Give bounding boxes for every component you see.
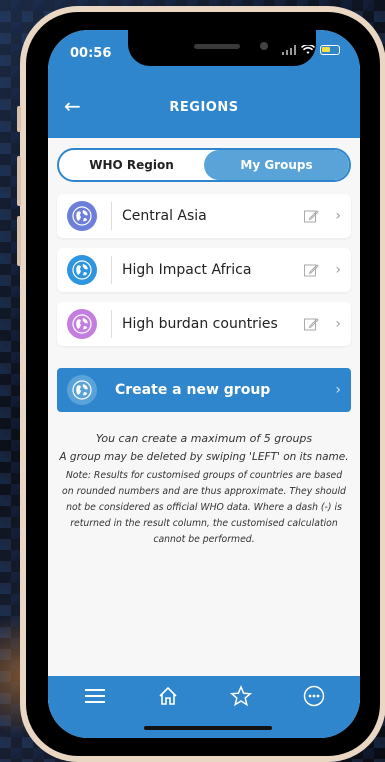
front-camera [260, 42, 268, 50]
globe-icon [67, 309, 97, 339]
divider [111, 310, 112, 338]
tab-my-groups[interactable]: My Groups [204, 150, 349, 180]
tab-who-region[interactable]: WHO Region [59, 150, 204, 180]
edit-icon[interactable] [303, 262, 320, 278]
app-screen: 00:56 ← REGIONS WHO Region My Groups Cen… [48, 30, 360, 738]
divider [111, 256, 112, 284]
chevron-right-icon: › [335, 208, 341, 224]
info-text: You can create a maximum of 5 groups A g… [57, 430, 351, 548]
chevron-right-icon: › [335, 262, 341, 278]
battery-icon [320, 45, 340, 55]
group-item-high-impact-africa[interactable]: High Impact Africa › [57, 248, 351, 292]
edit-icon[interactable] [303, 208, 320, 224]
max-groups-text: You can create a maximum of 5 groups [95, 432, 313, 445]
group-name: High burdan countries [122, 316, 278, 332]
signal-icon [282, 45, 296, 55]
phone-bezel: 00:56 ← REGIONS WHO Region My Groups Cen… [26, 12, 380, 756]
main-content: WHO Region My Groups Central Asia › High… [48, 138, 360, 712]
globe-icon [67, 375, 97, 405]
group-item-central-asia[interactable]: Central Asia › [57, 194, 351, 238]
create-group-button[interactable]: Create a new group › [57, 368, 351, 412]
bottom-nav [48, 676, 360, 738]
menu-icon[interactable] [83, 684, 107, 708]
page-title: REGIONS [169, 100, 239, 115]
status-time: 00:56 [70, 46, 112, 61]
create-group-label: Create a new group [115, 382, 271, 398]
group-item-high-burdan-countries[interactable]: High burdan countries › [57, 302, 351, 346]
volume-down-button [17, 216, 21, 266]
speaker [194, 44, 240, 49]
mute-switch [17, 106, 21, 132]
divider [111, 202, 112, 230]
chevron-right-icon: › [335, 316, 341, 332]
more-icon[interactable] [302, 684, 326, 708]
edit-icon[interactable] [303, 316, 320, 332]
globe-icon [67, 255, 97, 285]
group-name: High Impact Africa [122, 262, 252, 278]
home-indicator[interactable] [144, 726, 272, 730]
status-icons [282, 45, 340, 55]
globe-icon [67, 201, 97, 231]
star-icon[interactable] [229, 684, 253, 708]
home-icon[interactable] [156, 684, 180, 708]
group-name: Central Asia [122, 208, 207, 224]
volume-up-button [17, 156, 21, 206]
region-tabs: WHO Region My Groups [57, 148, 351, 182]
wifi-icon [301, 45, 315, 54]
disclaimer-note: Note: Results for customised groups of c… [62, 470, 346, 545]
delete-hint-text: A group may be deleted by swiping 'LEFT'… [59, 451, 349, 463]
group-list: Central Asia › High Impact Africa › High… [57, 194, 351, 346]
app-header: 00:56 ← REGIONS [48, 30, 360, 138]
chevron-right-icon: › [335, 382, 341, 398]
phone-frame: 00:56 ← REGIONS WHO Region My Groups Cen… [17, 6, 385, 762]
